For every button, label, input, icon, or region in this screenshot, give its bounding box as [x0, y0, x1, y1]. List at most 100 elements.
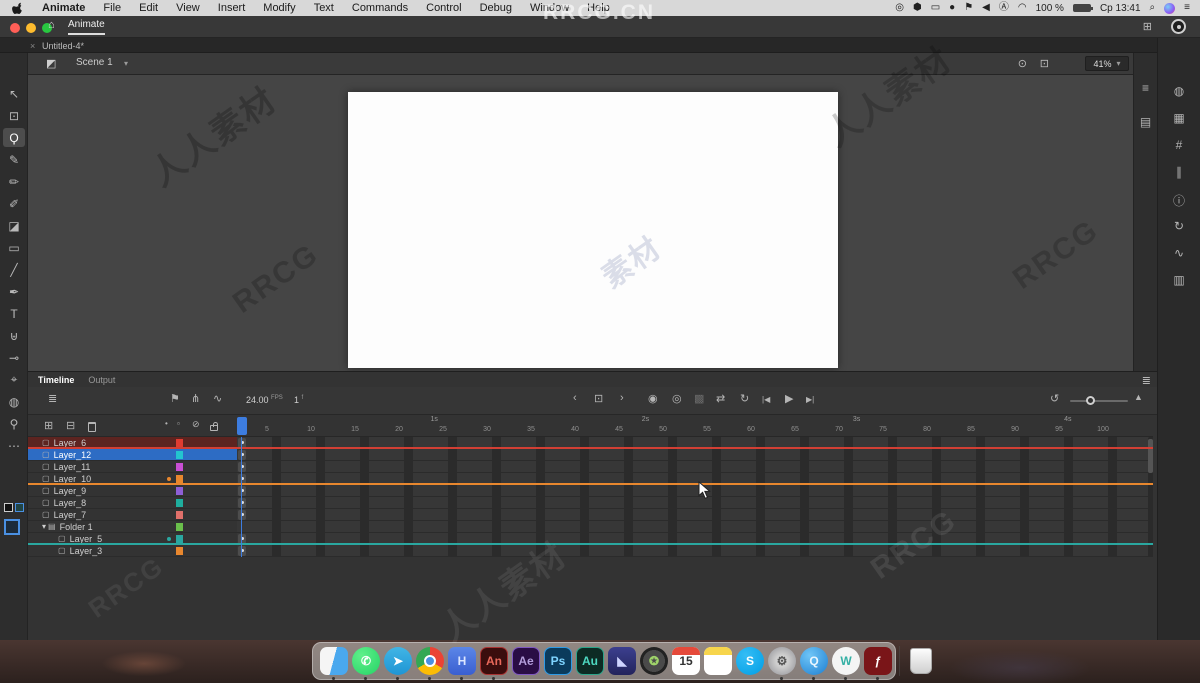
layer-name[interactable]: Layer_6: [54, 438, 87, 448]
spotlight-icon[interactable]: ⌕: [1150, 0, 1156, 16]
layer-frames-track[interactable]: [237, 449, 1153, 461]
step-forward-end-button[interactable]: ▶|: [806, 395, 814, 404]
input-source-icon[interactable]: Ⓐ: [999, 0, 1009, 16]
layer-outline-color-swatch[interactable]: [176, 523, 183, 531]
keyframe-cell[interactable]: [238, 546, 246, 556]
selection-tool[interactable]: ↖: [3, 84, 25, 103]
layer-frames-track[interactable]: [237, 521, 1153, 533]
zoom-select[interactable]: 41% ▾: [1085, 56, 1129, 71]
layer-frames-track[interactable]: [237, 461, 1153, 473]
outline-all-icon[interactable]: •: [165, 419, 168, 428]
camera-status-icon[interactable]: ◎: [895, 0, 904, 16]
layer-frames-track[interactable]: [237, 509, 1153, 521]
layer-row-layer_9[interactable]: ▾ ▢ Layer_9: [28, 485, 1153, 497]
scene-breadcrumb[interactable]: Scene 1: [76, 57, 113, 68]
dock-quicktime[interactable]: Q: [799, 646, 829, 680]
layer-name-cell[interactable]: ▾ ▢ Layer_12: [28, 449, 237, 461]
timeline-zoom-max-icon[interactable]: ▲: [1134, 392, 1143, 402]
dock-after-effects[interactable]: Ae: [511, 646, 541, 676]
stroke-color-swatch[interactable]: [4, 503, 13, 512]
layer-name[interactable]: Layer_7: [54, 510, 87, 520]
scene-chevron-icon[interactable]: ▾: [124, 59, 128, 68]
display-icon[interactable]: ▭: [931, 0, 940, 16]
close-window-button[interactable]: [10, 23, 20, 33]
layer-outline-color-swatch[interactable]: [176, 511, 183, 519]
parenting-icon[interactable]: ⋔: [191, 392, 200, 405]
layer-name[interactable]: Layer_9: [54, 486, 87, 496]
layer-name[interactable]: Folder 1: [60, 522, 93, 532]
timeline-zoom-knob[interactable]: [1086, 396, 1095, 405]
menubar-clock[interactable]: Cp 13:41: [1100, 3, 1141, 14]
modify-markers-button[interactable]: ⇄: [716, 392, 725, 405]
dock-flash-player[interactable]: ƒ: [863, 646, 893, 680]
keyframe-cell[interactable]: [238, 486, 246, 496]
panel-menu-icon[interactable]: ≣: [1142, 374, 1151, 387]
layer-outline-color-swatch[interactable]: [176, 451, 183, 459]
dock-app-h[interactable]: H: [447, 646, 477, 680]
wifi-icon[interactable]: ◠: [1018, 0, 1027, 16]
camera-column-icon[interactable]: ▫: [177, 419, 180, 428]
keyframe-cell[interactable]: [238, 450, 246, 460]
layer-row-layer_12[interactable]: ▾ ▢ Layer_12: [28, 449, 1153, 461]
dock-app-w[interactable]: W: [831, 646, 861, 680]
text-tool[interactable]: T: [3, 304, 25, 323]
rectangle-tool[interactable]: ▭: [3, 238, 25, 257]
dropbox-icon[interactable]: ⬢: [913, 0, 922, 16]
folder-disclosure-icon[interactable]: ▾: [42, 522, 46, 531]
dock-telegram[interactable]: ➤: [383, 646, 413, 680]
new-layer-button[interactable]: ⊞: [44, 419, 53, 432]
dock-audition[interactable]: Au: [575, 646, 605, 676]
more-tools[interactable]: ⋯: [3, 436, 25, 455]
center-frame-button[interactable]: ⊡: [594, 392, 603, 405]
layer-name[interactable]: Layer_5: [70, 534, 103, 544]
layer-frames-track[interactable]: [237, 497, 1153, 509]
layer-name-cell[interactable]: ▾ ▢ Layer_11: [28, 461, 237, 473]
workspace-icon[interactable]: ⊞: [1143, 20, 1152, 33]
edit-multiple-frames-button[interactable]: ▩: [694, 392, 704, 405]
zoom-tool[interactable]: ⚲: [3, 414, 25, 433]
timeline-ruler[interactable]: 5 10 15 20 25 30 35 40 45 50 55 60 65 70 75 80 85 90 95 100…: [237, 415, 1153, 437]
keyframe-cell[interactable]: [238, 498, 246, 508]
layer-row-folder-1[interactable]: ▾ ▤ Folder 1: [28, 521, 1153, 533]
classic-brush-tool[interactable]: ✏: [3, 172, 25, 191]
current-frame[interactable]: 1 f: [294, 395, 303, 405]
asset-ball-icon[interactable]: ◍: [1158, 84, 1200, 98]
timeline-zoom-slider[interactable]: [1070, 396, 1128, 405]
history-icon[interactable]: ↻: [1158, 219, 1200, 233]
layers-icon[interactable]: ≣: [48, 392, 57, 405]
dock-calendar[interactable]: 15: [671, 646, 701, 676]
menu-item-window[interactable]: Window: [521, 2, 578, 14]
menu-item-edit[interactable]: Edit: [130, 2, 167, 14]
layer-row-layer_6[interactable]: ▾ ▢ Layer_6: [28, 437, 1153, 449]
keyframe-cell[interactable]: [238, 510, 246, 520]
layer-outline-color-swatch[interactable]: [176, 535, 183, 543]
menu-item-view[interactable]: View: [167, 2, 209, 14]
menu-item-insert[interactable]: Insert: [209, 2, 255, 14]
layer-outline-color-swatch[interactable]: [176, 439, 183, 447]
pasteboard[interactable]: [28, 75, 1157, 371]
teamviewer-icon[interactable]: ⚑: [964, 0, 973, 16]
edit-symbols-icon[interactable]: ⊙: [1018, 57, 1027, 70]
minimize-window-button[interactable]: [26, 23, 36, 33]
eyedropper-tool[interactable]: ⊸: [3, 348, 25, 367]
siri-icon[interactable]: [1164, 2, 1176, 14]
dock-animate[interactable]: An: [479, 646, 509, 680]
graph-editor-icon[interactable]: ∿: [213, 392, 222, 405]
show-hide-all-icon[interactable]: ⊘: [192, 419, 200, 430]
shortcuts-icon[interactable]: ▥: [1158, 273, 1200, 287]
menu-item-text[interactable]: Text: [305, 2, 343, 14]
subselection-tool[interactable]: ⊡: [3, 106, 25, 125]
pen-tool[interactable]: ✒: [3, 282, 25, 301]
library-icon[interactable]: ▤: [1134, 115, 1157, 129]
layer-outline-color-swatch[interactable]: [176, 547, 183, 555]
clip-frame-icon[interactable]: ⊡: [1040, 57, 1049, 70]
dock-chrome[interactable]: [415, 646, 445, 680]
stage-canvas[interactable]: [348, 92, 838, 368]
doc-close-icon[interactable]: ×: [30, 41, 35, 51]
dock-photoshop[interactable]: Ps: [543, 646, 573, 676]
fill-color-swatch[interactable]: [15, 503, 24, 512]
onion-skin-button[interactable]: ◉: [648, 392, 658, 405]
reset-timeline-zoom-icon[interactable]: ↺: [1050, 392, 1059, 405]
layer-row-layer_10[interactable]: ▾ ▢ Layer_10: [28, 473, 1153, 485]
keyframe-cell[interactable]: [238, 462, 246, 472]
